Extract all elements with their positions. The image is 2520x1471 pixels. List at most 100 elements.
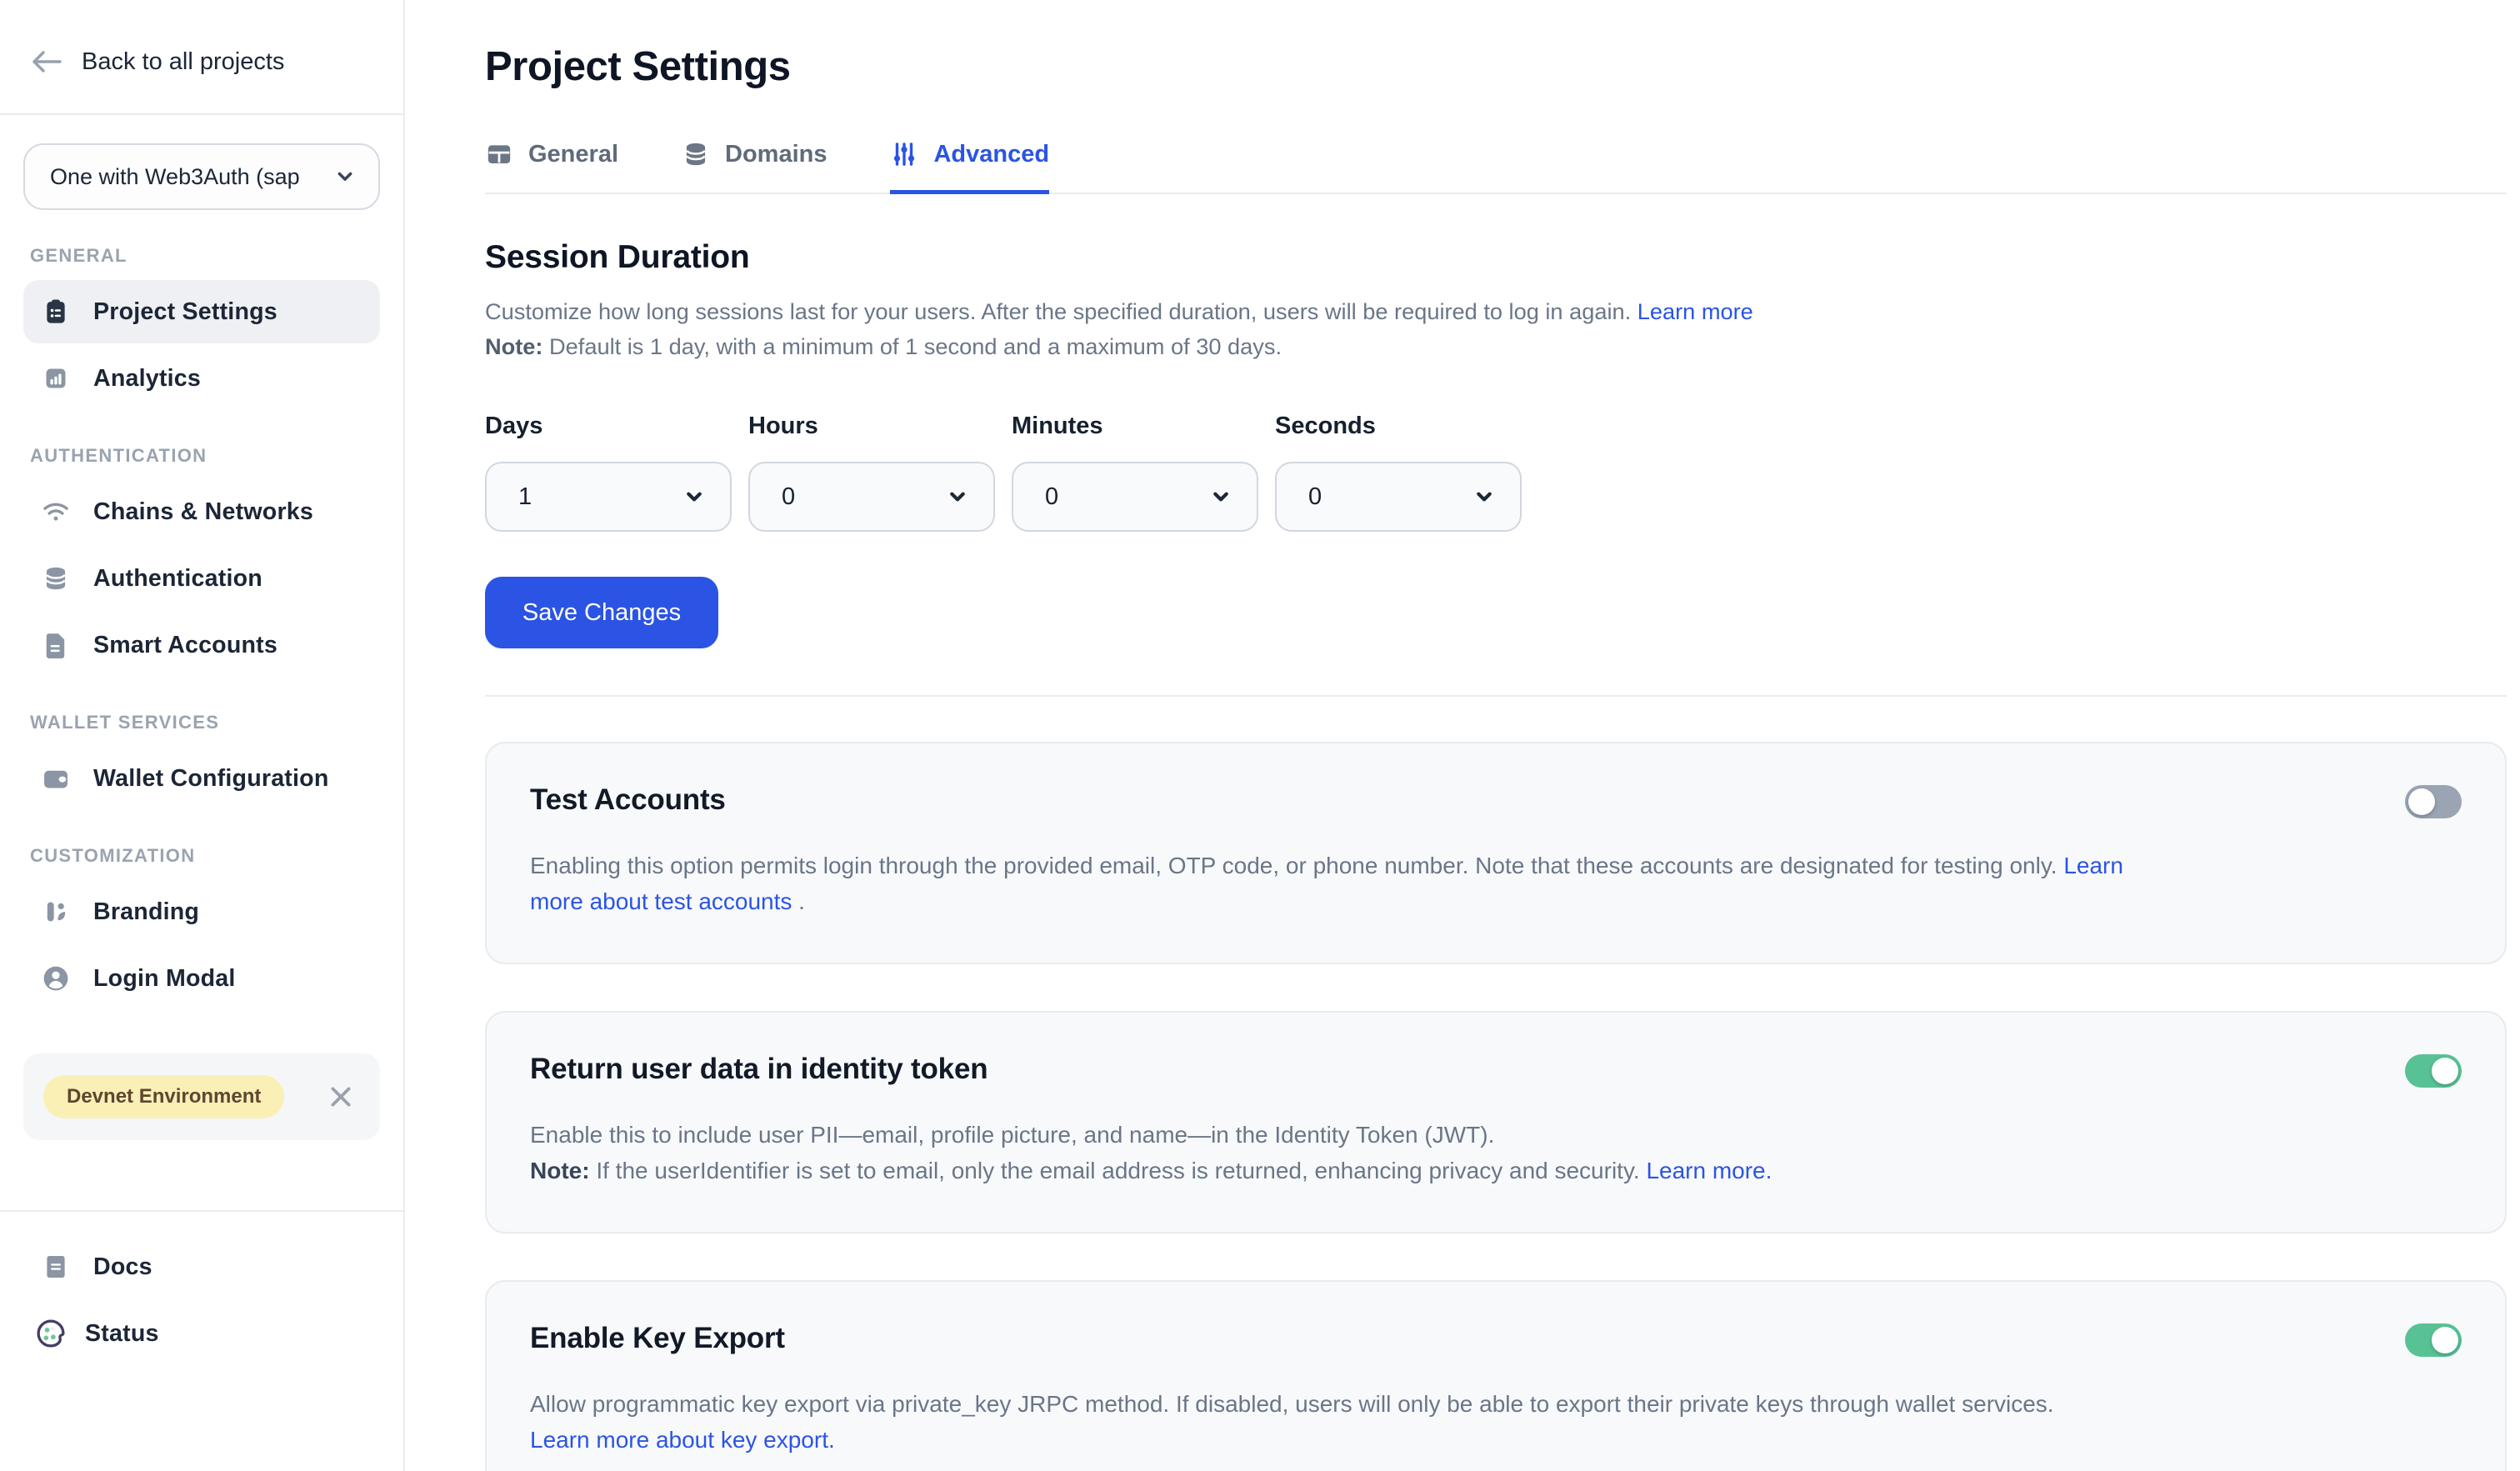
section-label-wallet-services: WALLET SERVICES: [30, 712, 373, 733]
save-changes-button[interactable]: Save Changes: [485, 577, 718, 648]
app-root: Back to all projects One with Web3Auth (…: [0, 0, 2520, 1471]
sidebar-item-smart-accounts[interactable]: Smart Accounts: [23, 613, 380, 677]
toggle-knob: [2408, 788, 2435, 815]
learn-more-link[interactable]: Learn more: [1638, 298, 1753, 324]
sidebar: Back to all projects One with Web3Auth (…: [0, 0, 405, 1471]
card-title: Return user data in identity token: [530, 1053, 2462, 1086]
page-title: Project Settings: [485, 43, 2507, 90]
tab-general[interactable]: General: [485, 140, 618, 194]
back-to-projects-link[interactable]: Back to all projects: [23, 0, 380, 83]
hours-label: Hours: [748, 413, 995, 440]
wallet-icon: [40, 763, 72, 794]
card-description: Allow programmatic key export via privat…: [530, 1387, 2462, 1458]
seconds-select[interactable]: 0: [1275, 462, 1522, 532]
session-duration-section: Session Duration Customize how long sess…: [485, 239, 2507, 697]
section-label-general: GENERAL: [30, 245, 373, 267]
test-accounts-toggle[interactable]: [2405, 785, 2462, 818]
back-label: Back to all projects: [82, 48, 284, 76]
minutes-field: Minutes 0: [1012, 413, 1258, 532]
sidebar-footer-divider: [0, 1210, 403, 1212]
database-icon: [40, 563, 72, 594]
tab-advanced[interactable]: Advanced: [890, 140, 1049, 194]
sidebar-item-wallet-configuration[interactable]: Wallet Configuration: [23, 747, 380, 810]
project-selector[interactable]: One with Web3Auth (sap: [23, 143, 380, 210]
sidebar-item-label: Login Modal: [93, 965, 236, 993]
card-description: Enable this to include user PII—email, p…: [530, 1118, 2462, 1188]
status-cookie-icon: [35, 1318, 67, 1349]
identity-token-toggle[interactable]: [2405, 1054, 2462, 1088]
sidebar-item-docs[interactable]: Docs: [23, 1235, 380, 1298]
card-description: Enabling this option permits login throu…: [530, 848, 2172, 919]
sidebar-item-label: Smart Accounts: [93, 632, 278, 659]
user-icon: [40, 963, 72, 994]
docs-icon: [40, 1251, 72, 1283]
clipboard-icon: [40, 296, 72, 328]
tab-label: Advanced: [933, 141, 1049, 168]
arrow-left-icon: [30, 48, 63, 75]
seconds-label: Seconds: [1275, 413, 1522, 440]
tab-label: Domains: [725, 141, 827, 168]
session-description: Customize how long sessions last for you…: [485, 296, 2507, 328]
sidebar-item-label: Authentication: [93, 565, 262, 593]
tab-domains[interactable]: Domains: [682, 140, 827, 194]
chevron-down-icon: [1472, 484, 1497, 509]
sidebar-nav: GENERAL Project Settings: [23, 210, 380, 1013]
minutes-select[interactable]: 0: [1012, 462, 1258, 532]
sidebar-item-label: Status: [85, 1320, 159, 1348]
sidebar-footer: Docs Status: [23, 1235, 380, 1368]
brush-icon: [40, 896, 72, 928]
project-selector-value: One with Web3Auth (sap: [50, 164, 300, 190]
environment-badge: Devnet Environment: [43, 1075, 284, 1118]
sidebar-item-project-settings[interactable]: Project Settings: [23, 280, 380, 343]
days-field: Days 1: [485, 413, 732, 532]
bar-chart-icon: [40, 363, 72, 394]
sidebar-item-label: Analytics: [93, 365, 201, 393]
main-content: Project Settings General: [405, 0, 2520, 1471]
tab-label: General: [528, 141, 618, 168]
sidebar-item-login-modal[interactable]: Login Modal: [23, 947, 380, 1010]
duration-fields: Days 1 Hours 0: [485, 413, 2507, 532]
days-label: Days: [485, 413, 732, 440]
chevron-down-icon: [945, 484, 970, 509]
table-icon: [485, 140, 513, 168]
session-note: Note: Default is 1 day, with a minimum o…: [485, 331, 2507, 363]
sidebar-item-chains-networks[interactable]: Chains & Networks: [23, 480, 380, 543]
seconds-field: Seconds 0: [1275, 413, 1522, 532]
file-icon: [40, 629, 72, 661]
card-title: Test Accounts: [530, 783, 2462, 817]
database-icon: [682, 140, 710, 168]
card-identity-token: Return user data in identity token Enabl…: [485, 1011, 2507, 1233]
card-key-export: Enable Key Export Allow programmatic key…: [485, 1280, 2507, 1471]
environment-banner: Devnet Environment: [23, 1053, 380, 1140]
chevron-down-icon: [1208, 484, 1233, 509]
card-title: Enable Key Export: [530, 1322, 2462, 1355]
toggle-knob: [2432, 1327, 2458, 1353]
learn-more-key-export-link[interactable]: Learn more about key export.: [530, 1423, 2462, 1458]
content-divider: [485, 695, 2507, 697]
sidebar-item-branding[interactable]: Branding: [23, 880, 380, 943]
sidebar-item-label: Docs: [93, 1253, 152, 1281]
minutes-label: Minutes: [1012, 413, 1258, 440]
section-label-customization: CUSTOMIZATION: [30, 845, 373, 867]
chevron-down-icon: [333, 165, 357, 188]
sliders-icon: [890, 140, 918, 168]
sidebar-item-status[interactable]: Status: [23, 1302, 380, 1365]
hours-select[interactable]: 0: [748, 462, 995, 532]
tabs-bar: General Domains: [485, 140, 2507, 194]
wifi-icon: [40, 496, 72, 528]
section-label-authentication: AUTHENTICATION: [30, 445, 373, 467]
learn-more-identity-link[interactable]: Learn more.: [1646, 1158, 1772, 1183]
key-export-toggle[interactable]: [2405, 1323, 2462, 1357]
sidebar-item-label: Wallet Configuration: [93, 765, 329, 793]
sidebar-divider: [0, 113, 403, 115]
close-icon[interactable]: [327, 1082, 357, 1112]
days-select[interactable]: 1: [485, 462, 732, 532]
toggle-knob: [2432, 1058, 2458, 1084]
sidebar-item-label: Chains & Networks: [93, 498, 313, 526]
sidebar-item-authentication[interactable]: Authentication: [23, 547, 380, 610]
sidebar-item-label: Project Settings: [93, 298, 278, 326]
chevron-down-icon: [682, 484, 707, 509]
sidebar-item-analytics[interactable]: Analytics: [23, 347, 380, 410]
hours-field: Hours 0: [748, 413, 995, 532]
card-test-accounts: Test Accounts Enabling this option permi…: [485, 742, 2507, 964]
